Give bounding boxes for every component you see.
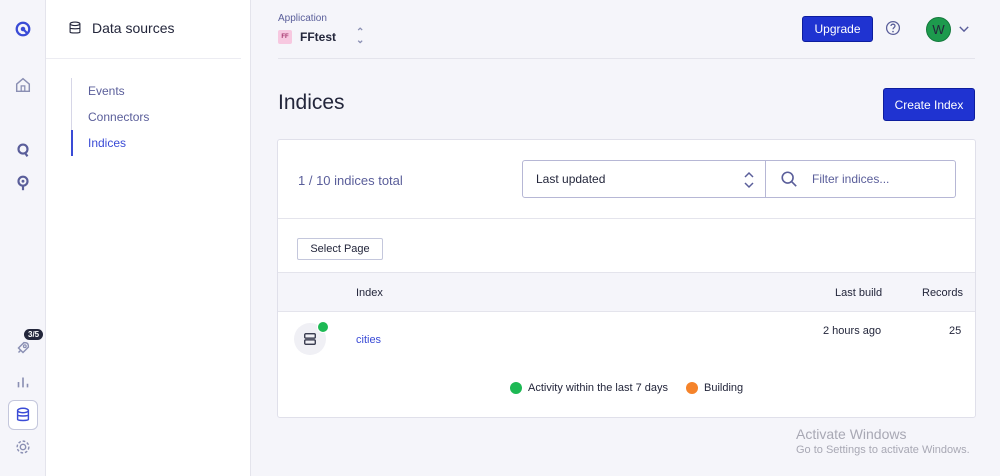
activity-status-dot bbox=[317, 321, 329, 333]
sidebar-item-events[interactable]: Events bbox=[72, 78, 149, 104]
building-legend-dot bbox=[686, 382, 699, 394]
sidebar-item-connectors[interactable]: Connectors bbox=[72, 104, 149, 130]
analytics-icon[interactable] bbox=[12, 371, 34, 393]
table-header: Index Last build Records bbox=[278, 272, 975, 312]
algolia-logo-icon[interactable] bbox=[12, 18, 34, 40]
filter-box bbox=[766, 160, 956, 198]
search-icon bbox=[781, 171, 797, 187]
indices-total: 1 / 10 indices total bbox=[298, 173, 403, 188]
data-sources-icon[interactable] bbox=[12, 404, 34, 426]
sidebar-divider bbox=[46, 58, 241, 59]
column-header-index[interactable]: Index bbox=[356, 287, 383, 299]
page-title: Indices bbox=[278, 91, 345, 114]
create-index-button[interactable]: Create Index bbox=[883, 88, 975, 121]
search-product-icon[interactable] bbox=[12, 139, 34, 161]
sort-select[interactable]: Last updated bbox=[522, 160, 766, 198]
activate-windows-subtitle: Go to Settings to activate Windows. bbox=[796, 444, 970, 456]
sidebar-title: Data sources bbox=[92, 20, 175, 36]
activity-legend-label: Activity within the last 7 days bbox=[528, 382, 669, 394]
select-page-button[interactable]: Select Page bbox=[297, 238, 383, 260]
sidebar-nav: Events Connectors Indices bbox=[71, 78, 149, 156]
application-label: Application bbox=[278, 13, 327, 24]
main-content: Application FF FFtest ⌃ ⌄ Upgrade W Indic… bbox=[251, 0, 1000, 476]
upgrade-button[interactable]: Upgrade bbox=[802, 16, 873, 42]
column-header-last-build[interactable]: Last build bbox=[835, 287, 882, 299]
application-selector[interactable]: FF FFtest ⌃ ⌄ bbox=[278, 27, 365, 46]
recommend-product-icon[interactable] bbox=[12, 172, 34, 194]
icon-rail: 3/5 bbox=[0, 0, 46, 476]
up-down-chevron-icon bbox=[744, 171, 754, 189]
user-avatar[interactable]: W bbox=[926, 17, 951, 42]
index-records: 25 bbox=[949, 325, 962, 337]
up-down-chevron-icon: ⌃ ⌄ bbox=[356, 27, 365, 46]
data-sources-sidebar: Data sources Events Connectors Indices bbox=[46, 0, 251, 476]
settings-gear-icon[interactable] bbox=[12, 436, 34, 458]
sort-value: Last updated bbox=[536, 172, 606, 186]
card-divider bbox=[278, 218, 975, 219]
indices-card: 1 / 10 indices total Last updated Select… bbox=[277, 139, 976, 418]
activity-legend-dot bbox=[510, 382, 522, 394]
index-last-build: 2 hours ago bbox=[823, 325, 882, 337]
activate-windows-title: Activate Windows bbox=[796, 426, 907, 442]
home-icon[interactable] bbox=[12, 74, 34, 96]
sidebar-header: Data sources bbox=[68, 20, 174, 36]
application-chip: FF bbox=[278, 30, 292, 44]
rocket-icon[interactable] bbox=[12, 337, 34, 359]
status-legend: Activity within the last 7 days Building bbox=[510, 382, 743, 394]
index-name-link[interactable]: cities bbox=[356, 334, 381, 346]
help-icon[interactable] bbox=[885, 20, 901, 36]
building-legend-label: Building bbox=[704, 382, 744, 394]
application-name: FFtest bbox=[300, 30, 336, 44]
filter-input[interactable] bbox=[812, 172, 952, 186]
sidebar-item-indices[interactable]: Indices bbox=[71, 130, 149, 156]
onboarding-progress-badge: 3/5 bbox=[24, 329, 44, 340]
column-header-records[interactable]: Records bbox=[922, 287, 963, 299]
database-icon bbox=[69, 21, 81, 34]
header-divider bbox=[278, 58, 975, 59]
chevron-down-icon[interactable] bbox=[957, 22, 971, 36]
